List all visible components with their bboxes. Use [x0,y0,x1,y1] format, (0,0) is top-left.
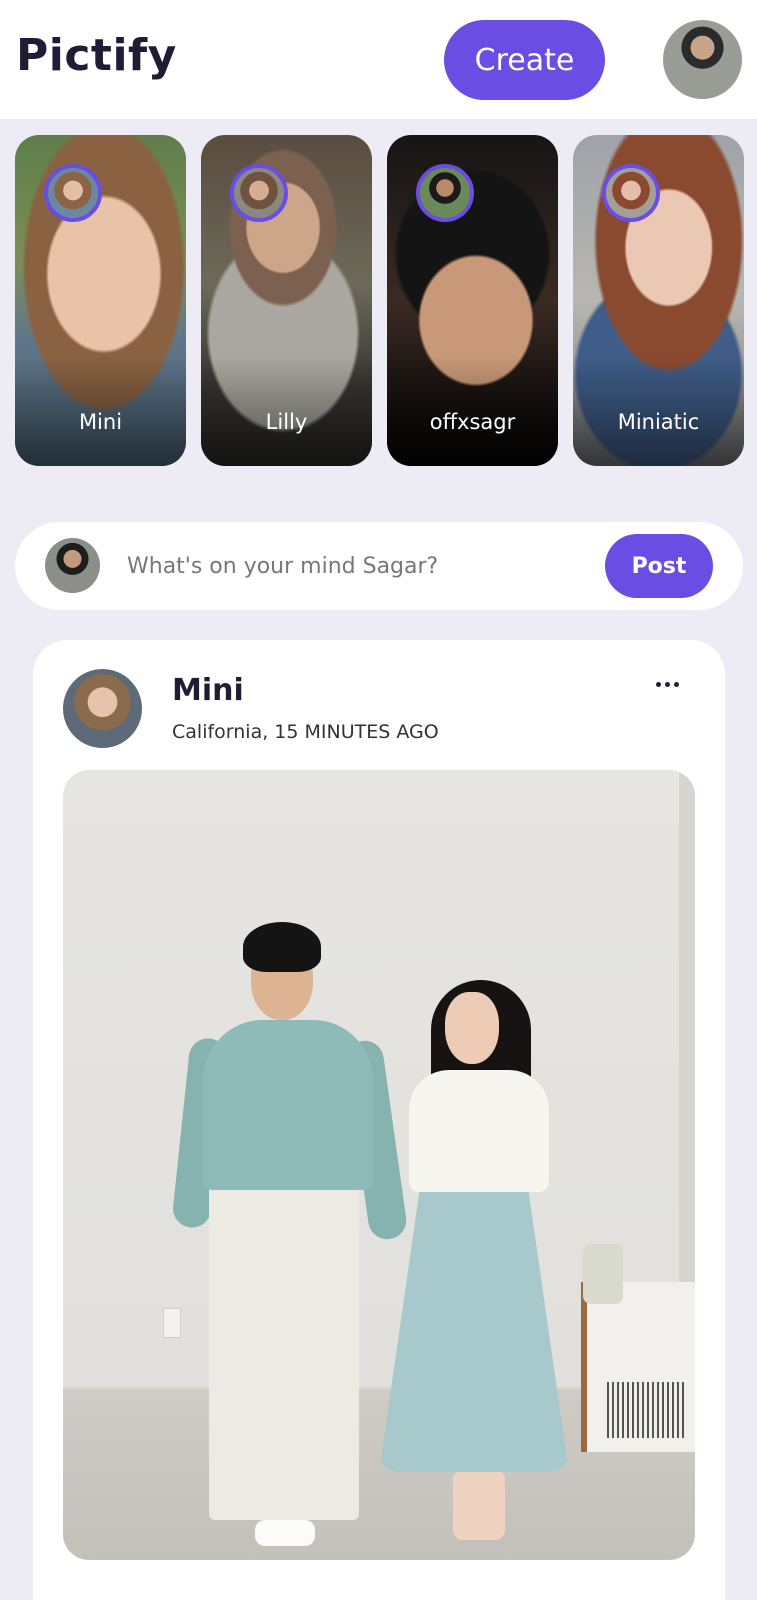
story-avatar [602,164,660,222]
story-card[interactable]: Lilly [201,135,372,466]
story-name: Mini [78,410,123,434]
feed-post: Mini California, 15 MINUTES AGO [33,640,725,1600]
top-bar: Pictify Create [0,0,757,119]
story-name: Lilly [265,410,308,434]
compose-avatar [45,538,100,593]
stories-row: Mini Lilly offxsagr Miniatic [15,135,744,466]
post-image[interactable] [63,770,695,1560]
app-logo[interactable]: Pictify [16,30,177,81]
story-avatar [416,164,474,222]
story-card[interactable]: Mini [15,135,186,466]
more-options-icon[interactable] [649,672,685,696]
post-meta: California, 15 MINUTES AGO [172,721,439,743]
story-card[interactable]: Miniatic [573,135,744,466]
story-name: Miniatic [617,410,700,434]
post-input[interactable] [127,544,587,588]
post-button[interactable]: Post [605,534,713,598]
story-card[interactable]: offxsagr [387,135,558,466]
profile-avatar[interactable] [663,20,742,99]
compose-bar: Post [15,522,743,610]
post-author-name[interactable]: Mini [172,673,244,708]
story-avatar [44,164,102,222]
create-button[interactable]: Create [444,20,605,100]
app-root: Pictify Create Mini Lilly offxsagr Minia… [0,0,757,1600]
post-author-avatar[interactable] [63,669,142,748]
story-name: offxsagr [429,410,516,434]
story-avatar [230,164,288,222]
